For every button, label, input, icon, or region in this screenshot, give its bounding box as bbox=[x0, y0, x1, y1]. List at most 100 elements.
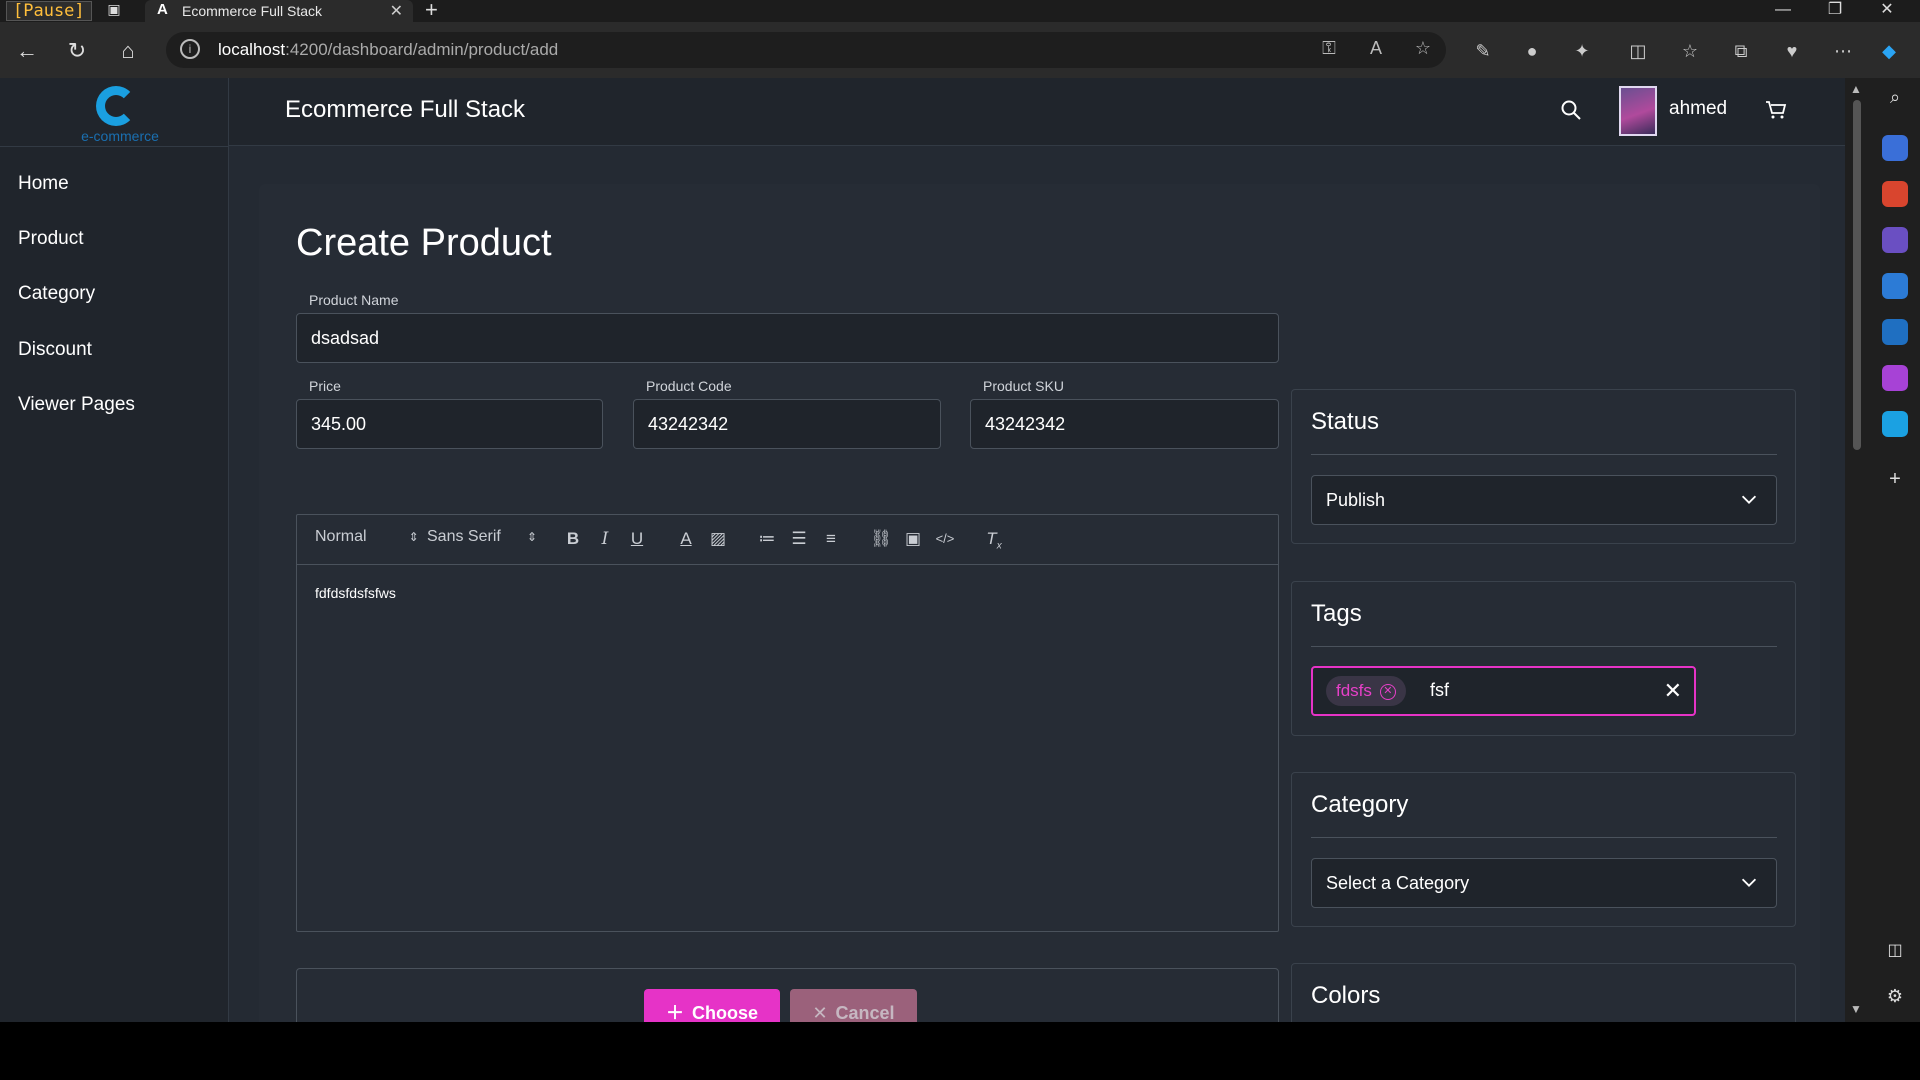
scrollbar-thumb[interactable] bbox=[1853, 100, 1861, 450]
link-icon[interactable]: ⛓ bbox=[870, 528, 892, 550]
tags-divider bbox=[1311, 646, 1777, 647]
sidebar-item-home[interactable]: Home bbox=[18, 173, 69, 195]
scroll-up-icon[interactable]: ▲ bbox=[1850, 82, 1862, 96]
edge-settings-icon[interactable]: ⚙ bbox=[1882, 986, 1908, 1012]
create-product-card: Create Product Product Name dsadsad Pric… bbox=[259, 184, 1820, 1022]
logo-mark-icon bbox=[96, 86, 136, 126]
address-bar[interactable]: i localhost:4200/dashboard/admin/product… bbox=[166, 32, 1446, 68]
favorites-icon[interactable]: ☆ bbox=[1677, 38, 1703, 64]
logo-text: e-commerce bbox=[81, 128, 159, 144]
site-info-icon[interactable]: i bbox=[180, 39, 200, 59]
tag-remove-icon[interactable]: ✕ bbox=[1379, 683, 1396, 700]
home-icon[interactable]: ⌂ bbox=[113, 36, 143, 66]
new-tab-icon[interactable]: + bbox=[425, 0, 438, 21]
category-title: Category bbox=[1311, 791, 1409, 818]
image-upload-area: ＋ Choose ✕ Cancel bbox=[296, 968, 1279, 1022]
category-panel: Category Select a Category bbox=[1291, 772, 1796, 927]
cancel-button[interactable]: ✕ Cancel bbox=[790, 989, 917, 1022]
tag-chip[interactable]: fdsfs ✕ bbox=[1326, 676, 1406, 706]
choose-button[interactable]: ＋ Choose bbox=[644, 989, 780, 1022]
bullet-list-icon[interactable]: ☰ bbox=[788, 528, 810, 550]
sidebar-divider bbox=[0, 146, 229, 147]
angular-favicon-icon: A bbox=[157, 1, 168, 18]
back-icon[interactable]: ← bbox=[12, 36, 42, 66]
sidebar-item-viewer-pages[interactable]: Viewer Pages bbox=[18, 394, 135, 416]
key-icon[interactable]: ⚿ bbox=[1316, 38, 1342, 59]
workspaces-icon[interactable]: ▣ bbox=[104, 1, 124, 19]
extension-pen-icon[interactable]: ✎ bbox=[1470, 38, 1496, 64]
edge-m365-icon[interactable] bbox=[1882, 273, 1908, 299]
brand-logo[interactable]: e-commerce bbox=[70, 84, 170, 154]
edge-outlook-icon[interactable] bbox=[1882, 319, 1908, 345]
heading-select[interactable]: Normal ⇕ bbox=[315, 528, 419, 546]
price-input[interactable]: 345.00 bbox=[296, 399, 603, 449]
editor-toolbar: Normal ⇕ Sans Serif ⇕ B I U A ▨ ≔ ☰ ≡ ⛓ ▣ … bbox=[297, 515, 1278, 565]
category-divider bbox=[1311, 837, 1777, 838]
collections-icon[interactable]: ⧉ bbox=[1728, 38, 1754, 64]
category-dropdown[interactable]: Select a Category bbox=[1311, 858, 1777, 908]
edge-designer-icon[interactable] bbox=[1882, 365, 1908, 391]
split-screen-icon[interactable]: ◫ bbox=[1625, 38, 1651, 64]
edge-drop-icon[interactable] bbox=[1882, 411, 1908, 437]
user-avatar[interactable] bbox=[1619, 86, 1657, 136]
status-panel: Status Publish bbox=[1291, 389, 1796, 544]
status-dropdown[interactable]: Publish bbox=[1311, 475, 1777, 525]
sidebar-item-discount[interactable]: Discount bbox=[18, 339, 92, 361]
edge-tools-icon[interactable] bbox=[1882, 181, 1908, 207]
image-icon[interactable]: ▣ bbox=[902, 528, 924, 550]
more-menu-icon[interactable]: ⋯ bbox=[1830, 38, 1856, 64]
background-color-icon[interactable]: ▨ bbox=[707, 528, 729, 550]
screen-bottom-bar bbox=[0, 1022, 1920, 1080]
price-label: Price bbox=[309, 378, 341, 394]
browser-essentials-icon[interactable]: ♥ bbox=[1779, 38, 1805, 64]
cart-icon[interactable] bbox=[1764, 98, 1788, 122]
page-scrollbar[interactable]: ▲ ▼ bbox=[1845, 78, 1869, 1022]
category-placeholder: Select a Category bbox=[1326, 873, 1470, 893]
tags-input[interactable]: fdsfs ✕ fsf ✕ bbox=[1311, 666, 1696, 716]
sidebar: e-commerce Home Product Category Discoun… bbox=[0, 78, 229, 1022]
recorder-pause-badge[interactable]: [Pause] bbox=[6, 1, 92, 21]
scroll-down-icon[interactable]: ▼ bbox=[1850, 1002, 1862, 1016]
sidebar-item-product[interactable]: Product bbox=[18, 228, 83, 250]
bold-icon[interactable]: B bbox=[562, 528, 584, 550]
window-close-icon[interactable]: ✕ bbox=[1862, 0, 1912, 22]
italic-icon[interactable]: I bbox=[594, 528, 616, 550]
restore-icon[interactable]: ❐ bbox=[1810, 0, 1860, 22]
underline-icon[interactable]: U bbox=[626, 528, 648, 550]
product-sku-input[interactable]: 43242342 bbox=[970, 399, 1279, 449]
edge-add-icon[interactable]: + bbox=[1882, 468, 1908, 494]
tab-title: Ecommerce Full Stack bbox=[182, 3, 323, 19]
copilot-icon[interactable]: ◆ bbox=[1876, 38, 1902, 64]
product-name-input[interactable]: dsadsad bbox=[296, 313, 1279, 363]
tab-close-icon[interactable]: ✕ bbox=[390, 1, 403, 21]
tag-input-text[interactable]: fsf bbox=[1430, 680, 1449, 701]
align-icon[interactable]: ≡ bbox=[820, 528, 842, 550]
ordered-list-icon[interactable]: ≔ bbox=[756, 528, 778, 550]
product-code-input[interactable]: 43242342 bbox=[633, 399, 941, 449]
extension-fox-icon[interactable]: ● bbox=[1519, 38, 1545, 64]
description-editor: Normal ⇕ Sans Serif ⇕ B I U A ▨ ≔ ☰ ≡ ⛓ ▣ … bbox=[296, 514, 1279, 932]
clear-tags-icon[interactable]: ✕ bbox=[1664, 678, 1682, 704]
font-select[interactable]: Sans Serif ⇕ bbox=[427, 528, 537, 546]
search-icon[interactable] bbox=[1559, 98, 1583, 122]
url-text: localhost:4200/dashboard/admin/product/a… bbox=[218, 40, 559, 59]
browser-tab-active[interactable]: A Ecommerce Full Stack ✕ bbox=[145, 0, 413, 22]
refresh-icon[interactable]: ↻ bbox=[62, 36, 92, 66]
read-aloud-icon[interactable]: A bbox=[1363, 38, 1389, 59]
edge-sidebar: ⌕ + ◫ ⚙ bbox=[1869, 78, 1920, 1022]
editor-content[interactable]: fdfdsfdsfsfws bbox=[315, 585, 396, 601]
edge-shopping-icon[interactable] bbox=[1882, 135, 1908, 161]
text-color-icon[interactable]: A bbox=[675, 528, 697, 550]
user-name[interactable]: ahmed bbox=[1669, 98, 1727, 120]
status-title: Status bbox=[1311, 408, 1380, 435]
favorite-star-icon[interactable]: ☆ bbox=[1410, 38, 1436, 59]
minimize-icon[interactable]: — bbox=[1758, 0, 1808, 22]
extensions-icon[interactable]: ✦ bbox=[1569, 38, 1595, 64]
code-icon[interactable]: </> bbox=[934, 528, 956, 550]
edge-games-icon[interactable] bbox=[1882, 227, 1908, 253]
edge-sidebar-toggle-icon[interactable]: ◫ bbox=[1882, 940, 1908, 966]
edge-search-icon[interactable]: ⌕ bbox=[1882, 87, 1908, 113]
sidebar-item-category[interactable]: Category bbox=[18, 283, 95, 305]
clear-format-icon[interactable]: Tx bbox=[983, 528, 1005, 551]
chevron-down-icon bbox=[1741, 878, 1757, 887]
